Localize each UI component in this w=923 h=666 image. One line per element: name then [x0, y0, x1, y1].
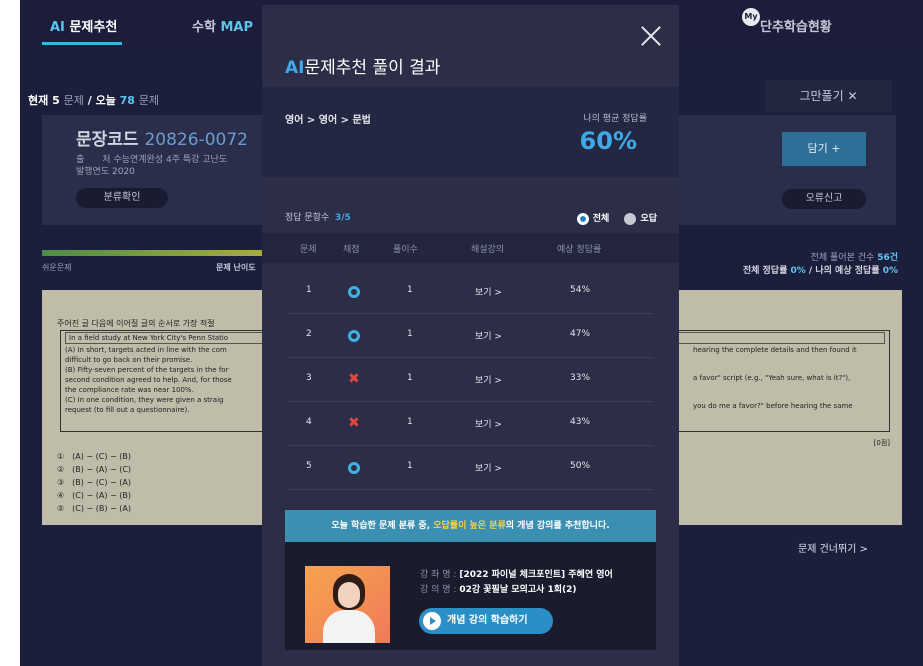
close-icon: ✕: [847, 89, 858, 103]
add-button[interactable]: 담기 +: [782, 132, 866, 166]
answer-option[interactable]: ③ (B) − (C) − (A): [57, 476, 131, 489]
result-summary: 영어 > 영어 > 문법 나의 평균 정답률 60%: [262, 87, 679, 177]
tab-ai-recommend[interactable]: AI 문제추천: [50, 16, 117, 35]
filter-all-label[interactable]: 전체: [593, 214, 610, 224]
average-rate-label: 나의 평균 정답률: [583, 114, 647, 124]
stop-solving-button[interactable]: 그만풀기 ✕: [765, 80, 892, 112]
skip-problem-link[interactable]: 문제 건너뛰기 >: [798, 540, 868, 555]
play-icon: [423, 612, 441, 630]
average-rate-value: 60%: [579, 127, 637, 155]
correct-icon: [348, 286, 360, 298]
problem-stats: 전체 풀어본 건수 56건 전체 정답률 0% / 나의 예상 정답률 0%: [742, 253, 898, 276]
lecture-info: 강 좌 명 : [2022 파이널 체크포인트] 주혜연 영어 강 의 명 : …: [420, 570, 613, 595]
close-icon[interactable]: [640, 25, 662, 47]
column-header: 채점: [343, 245, 360, 255]
filter-all-radio[interactable]: [576, 212, 589, 225]
difficulty-easy-label: 쉬운문제: [42, 263, 72, 272]
lecture-view-link[interactable]: 보기 >: [475, 373, 502, 386]
column-header: 풀이수: [393, 245, 418, 255]
wrong-icon: ✖: [348, 415, 360, 431]
recommendation-banner: 오늘 학습한 문제 분류 중, 오답률이 높은 분류의 개념 강의를 추천합니다…: [285, 510, 656, 542]
table-row: 3 ✖ 1 보기 > 33%: [262, 358, 679, 402]
filter-wrong-radio[interactable]: [624, 212, 637, 225]
recommended-lecture-panel: 강 좌 명 : [2022 파이널 체크포인트] 주혜연 영어 강 의 명 : …: [285, 542, 656, 650]
tab-math-map[interactable]: 수학 MAP: [192, 16, 253, 35]
answer-option[interactable]: ⑤ (C) − (B) − (A): [57, 502, 131, 515]
active-tab-indicator: [42, 42, 122, 45]
lecture-view-link[interactable]: 보기 >: [475, 461, 502, 474]
difficulty-label: 문제 난이도: [216, 263, 256, 272]
modal-title: AI문제추천 풀이 결과: [285, 58, 441, 78]
learn-concept-button[interactable]: 개념 강의 학습하기: [419, 608, 553, 634]
result-filter: 전체 오답: [576, 211, 657, 225]
answer-option[interactable]: ④ (C) − (A) − (B): [57, 489, 131, 502]
problem-counter: 현재 5 문제 / 오늘 78 문제: [28, 94, 160, 107]
problem-source-info: 출 처 수능연계완성 4주 특강 고난도 발행연도 2020: [76, 155, 228, 177]
result-table-header: 문제 채점 풀이수 해설강의 예상 정답률: [262, 233, 679, 263]
report-error-button[interactable]: 오류신고: [782, 189, 866, 209]
filter-wrong-label[interactable]: 오답: [640, 214, 657, 224]
table-row: 1 1 보기 > 54%: [262, 270, 679, 314]
category-breadcrumb: 영어 > 영어 > 문법: [285, 115, 371, 126]
question-score: [0점]: [873, 439, 890, 447]
correct-icon: [348, 462, 360, 474]
lecture-view-link[interactable]: 보기 >: [475, 329, 502, 342]
classify-check-button[interactable]: 분류확인: [76, 188, 168, 208]
correct-count: 정답 문항수 3/5: [285, 213, 351, 223]
column-header: 문제: [300, 245, 317, 255]
problem-code-title: 문장코드 20826-0072: [76, 130, 248, 150]
result-modal: AI문제추천 풀이 결과 영어 > 영어 > 문법 나의 평균 정답률 60% …: [262, 5, 679, 666]
lecture-view-link[interactable]: 보기 >: [475, 285, 502, 298]
table-row: 5 1 보기 > 50%: [262, 446, 679, 490]
column-header: 해설강의: [471, 245, 505, 255]
column-header: 예상 정답률: [557, 245, 602, 255]
wrong-icon: ✖: [348, 371, 360, 387]
answer-option[interactable]: ② (B) − (A) − (C): [57, 463, 131, 476]
question-stem: 주어진 글 다음에 이어질 글의 순서로 가장 적절: [57, 319, 215, 328]
answer-options: ① (A) − (C) − (B) ② (B) − (A) − (C) ③ (B…: [57, 450, 131, 515]
table-row: 4 ✖ 1 보기 > 43%: [262, 402, 679, 446]
lecture-view-link[interactable]: 보기 >: [475, 417, 502, 430]
answer-option[interactable]: ① (A) − (C) − (B): [57, 450, 131, 463]
tab-my-progress[interactable]: My단추학습현황: [742, 8, 832, 35]
correct-icon: [348, 330, 360, 342]
my-icon: My: [742, 8, 760, 26]
lecturer-thumbnail: [305, 566, 390, 643]
table-row: 2 1 보기 > 47%: [262, 314, 679, 358]
